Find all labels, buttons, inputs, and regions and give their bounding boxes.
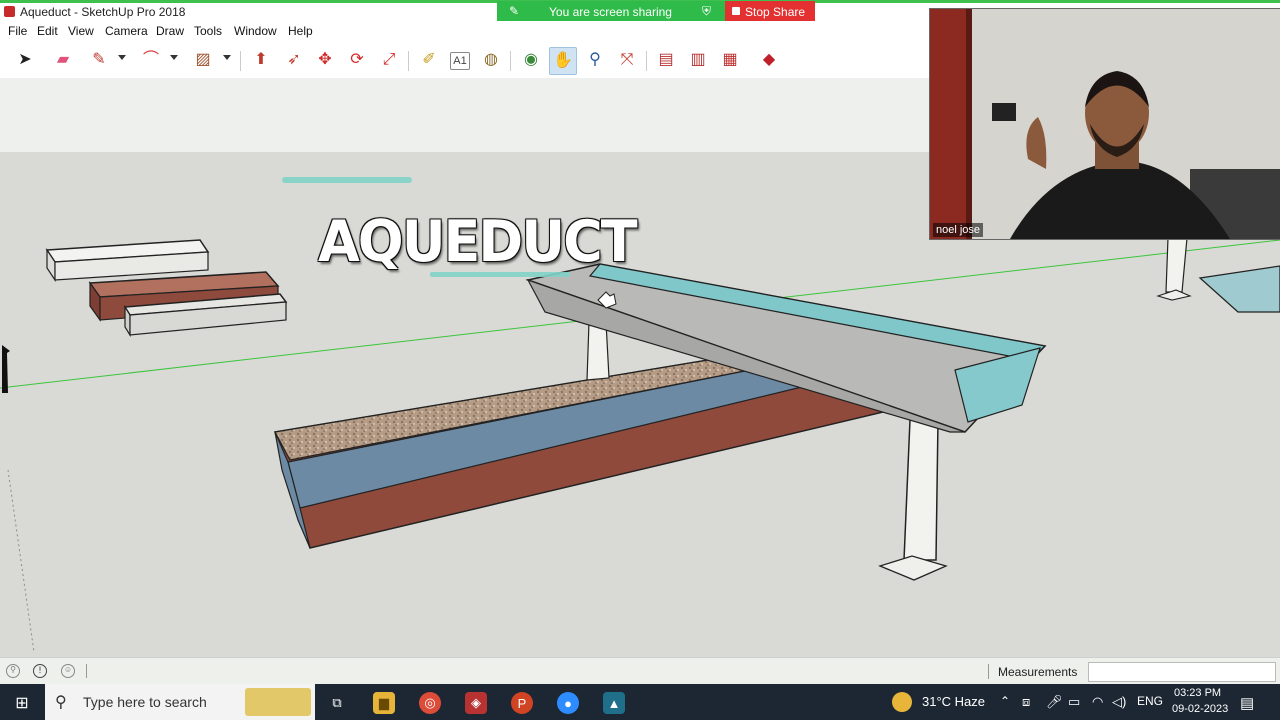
stop-icon (732, 7, 740, 15)
menu-bar: File Edit View Camera Draw Tools Window … (0, 21, 930, 41)
toolbar-divider (408, 51, 409, 71)
search-placeholder: Type here to search (83, 694, 207, 710)
arc-tool-icon[interactable]: ⌒ (140, 49, 162, 71)
toolbar-divider (240, 51, 241, 71)
webcam-video-panel[interactable]: noel jose (929, 8, 1280, 240)
presenter-video-icon (930, 9, 1280, 239)
shield-icon: ⛨ (702, 4, 712, 18)
dotted-axis-line (7, 469, 35, 653)
menu-view[interactable]: View (68, 24, 94, 38)
clock-time[interactable]: 03:23 PM (1174, 687, 1221, 699)
3d-warehouse-icon[interactable]: ▤ (655, 49, 677, 71)
microphone-icon[interactable]: 🎤︎ (1046, 694, 1063, 710)
measurements-input[interactable] (1088, 662, 1276, 682)
zoom-app-icon[interactable]: ● (557, 692, 579, 714)
toolbar-divider (510, 51, 511, 71)
menu-edit[interactable]: Edit (37, 24, 58, 38)
orbit-tool-icon[interactable]: ◉ (520, 49, 542, 71)
language-indicator[interactable]: ENG (1137, 694, 1163, 708)
stop-share-label: Stop Share (745, 5, 806, 19)
windows-taskbar: ⊞ ⚲ Type here to search ⧉ ▆ ◎ ◈ P ● ▲ 31… (0, 684, 1280, 720)
battery-icon[interactable]: ▭ (1068, 694, 1080, 710)
screen-share-status: You are screen sharing (549, 5, 672, 19)
rectangle-tool-icon[interactable]: ▨ (192, 49, 214, 71)
zoom-tool-icon[interactable]: ⚲ (584, 49, 606, 71)
network-drive-icon[interactable]: ⧈ (1022, 694, 1030, 710)
weather-icon[interactable] (892, 692, 912, 712)
shape-dropdown-chevron-icon[interactable] (223, 55, 231, 60)
move-tool-icon[interactable]: ✥ (314, 49, 336, 71)
status-divider (988, 664, 989, 679)
volume-icon[interactable]: ◁) (1112, 694, 1126, 710)
axes-origin-icon (2, 345, 10, 393)
sketchup-taskbar-icon[interactable]: ◈ (465, 692, 487, 714)
pan-tool-icon[interactable]: ✋ (549, 47, 577, 75)
chevron-up-icon[interactable]: ⌃ (1000, 694, 1010, 708)
search-icon: ⚲ (55, 694, 67, 711)
geolocation-icon[interactable]: ⚲ (6, 664, 20, 678)
task-view-icon[interactable]: ⧉ (326, 692, 348, 714)
text-tool-icon[interactable]: A1 (450, 52, 470, 70)
pencil-line-tool-icon[interactable]: ✎ (88, 49, 110, 71)
title-underline-decoration (282, 177, 412, 183)
weather-text[interactable]: 31°C Haze (922, 694, 985, 709)
extension-warehouse-icon[interactable]: ▥ (687, 49, 709, 71)
user-credit-icon[interactable]: ☺ (61, 664, 75, 678)
material-samples-group (45, 239, 288, 338)
measurements-label: Measurements (998, 665, 1078, 679)
line-dropdown-chevron-icon[interactable] (118, 55, 126, 60)
layout-icon[interactable]: ▦ (719, 49, 741, 71)
ruby-console-icon[interactable]: ◆ (758, 49, 780, 71)
paint-bucket-tool-icon[interactable]: ◍ (480, 49, 502, 71)
app-icon[interactable]: ▲ (603, 692, 625, 714)
aqueduct-overlay-title: AQUEDUCT (318, 208, 638, 275)
menu-help[interactable]: Help (288, 24, 313, 38)
participant-name-tag: noel jose (933, 223, 984, 237)
status-divider (86, 664, 87, 678)
menu-file[interactable]: File (8, 24, 27, 38)
menu-window[interactable]: Window (234, 24, 277, 38)
windows-start-icon[interactable]: ⊞ (11, 692, 33, 714)
window-title: Aqueduct - SketchUp Pro 2018 (20, 5, 186, 19)
clock-date[interactable]: 09-02-2023 (1172, 703, 1228, 715)
main-toolbar: ➤ ▰ ✎ ⌒ ▨ ⬆ ➶ ✥ ⟳ ⤢ ✐ A1 ◍ ◉ ✋ ⚲ ⤧ ▤ ▥ ▦… (0, 41, 930, 79)
screen-share-banner: ✎ You are screen sharing ⛨ (497, 1, 725, 22)
wifi-icon[interactable]: ◠ (1092, 694, 1103, 710)
push-pull-tool-icon[interactable]: ⬆ (250, 49, 272, 71)
eraser-tool-icon[interactable]: ▰ (52, 49, 74, 71)
taskbar-search-box[interactable]: ⚲ Type here to search (45, 684, 315, 720)
powerpoint-icon[interactable]: P (511, 692, 533, 714)
zoom-extents-tool-icon[interactable]: ⤧ (616, 49, 638, 71)
arc-dropdown-chevron-icon[interactable] (170, 55, 178, 60)
menu-tools[interactable]: Tools (194, 24, 222, 38)
sketchup-logo-icon (4, 6, 15, 17)
status-bar: ⚲ ! ☺ Measurements (0, 657, 1280, 685)
info-icon[interactable]: ! (33, 664, 47, 678)
stop-share-button[interactable]: Stop Share (725, 1, 815, 22)
scale-tool-icon[interactable]: ⤢ (378, 49, 400, 71)
toolbar-divider (646, 51, 647, 71)
menu-camera[interactable]: Camera (105, 24, 148, 38)
file-explorer-icon[interactable]: ▆ (373, 692, 395, 714)
viewport-sky (0, 78, 930, 152)
select-tool-icon[interactable]: ➤ (14, 49, 36, 71)
tape-measure-tool-icon[interactable]: ✐ (418, 49, 440, 71)
follow-me-tool-icon[interactable]: ➶ (283, 49, 305, 71)
notifications-icon[interactable]: ▤ (1240, 694, 1254, 712)
menu-draw[interactable]: Draw (156, 24, 184, 38)
annotate-icon[interactable]: ✎ (509, 4, 519, 18)
chrome-icon[interactable]: ◎ (419, 692, 441, 714)
rotate-tool-icon[interactable]: ⟳ (346, 49, 368, 71)
search-highlight-icon (245, 688, 311, 716)
